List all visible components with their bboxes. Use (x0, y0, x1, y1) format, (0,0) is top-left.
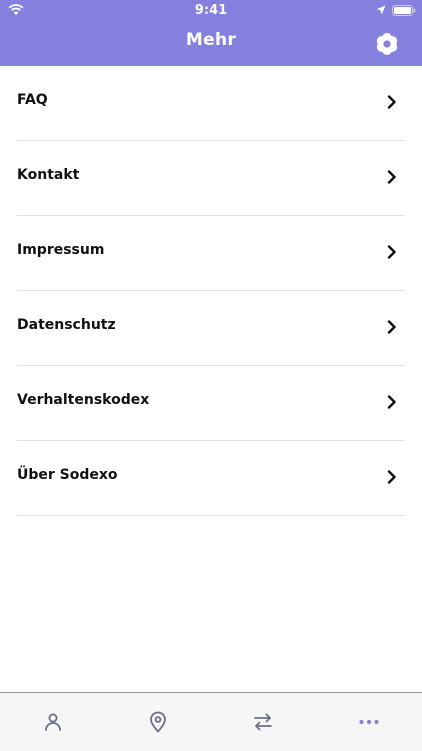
status-time: 9:41 (194, 3, 228, 18)
menu-item-label: Datenschutz (17, 317, 116, 333)
chevron-right-icon (387, 170, 396, 184)
menu-item-label: Über Sodexo (17, 467, 118, 483)
menu-item-datenschutz[interactable]: Datenschutz (17, 291, 405, 366)
location-arrow-icon (376, 5, 386, 15)
menu-item-impressum[interactable]: Impressum (17, 216, 405, 291)
app-header: 9:41 Mehr (0, 0, 422, 66)
chevron-right-icon (387, 95, 396, 109)
person-icon[interactable] (41, 710, 65, 734)
map-pin-icon[interactable] (146, 710, 170, 734)
menu-item-faq[interactable]: FAQ (17, 66, 405, 141)
menu-item-label: Kontakt (17, 167, 80, 183)
chevron-right-icon (387, 470, 396, 484)
menu-item-ueber-sodexo[interactable]: Über Sodexo (17, 441, 405, 516)
transfer-arrows-icon[interactable] (251, 710, 275, 734)
page-title: Mehr (185, 30, 237, 50)
tab-bar (0, 692, 422, 751)
menu-item-label: FAQ (17, 92, 48, 108)
chevron-right-icon (387, 395, 396, 409)
more-dots-icon[interactable] (357, 710, 381, 734)
menu-item-verhaltenskodex[interactable]: Verhaltenskodex (17, 366, 405, 441)
menu-item-label: Verhaltenskodex (17, 392, 150, 408)
menu-item-kontakt[interactable]: Kontakt (17, 141, 405, 216)
menu-item-label: Impressum (17, 242, 105, 258)
battery-icon (392, 5, 416, 16)
chevron-right-icon (387, 245, 396, 259)
chevron-right-icon (387, 320, 396, 334)
settings-icon[interactable] (375, 32, 399, 56)
status-bar: 9:41 (0, 0, 422, 22)
more-menu-list: FAQ Kontakt Impressum Datenschutz Verhal… (0, 66, 422, 516)
